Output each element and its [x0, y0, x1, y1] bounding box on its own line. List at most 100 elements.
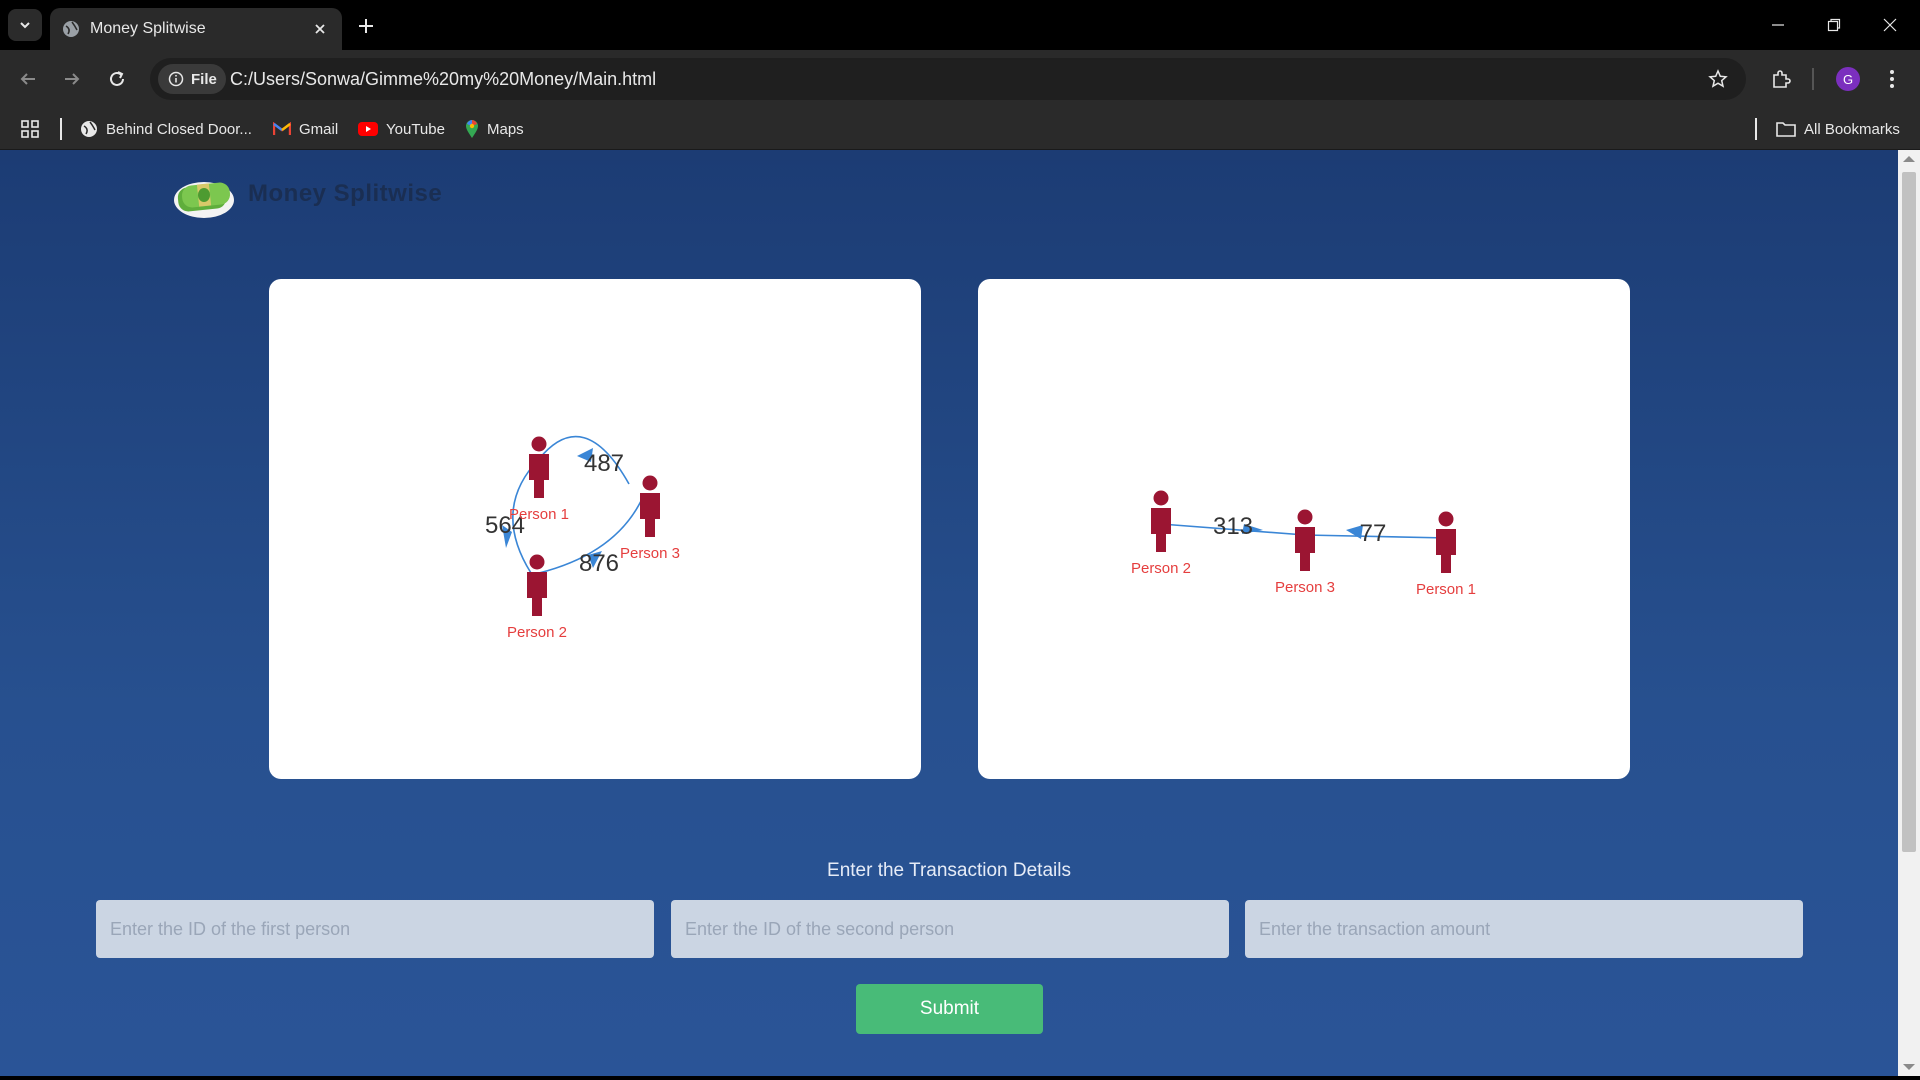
simplified-graph-canvas[interactable]: 313 77 Person 2 Person 3 Person 1: [978, 279, 1630, 779]
scroll-thumb[interactable]: [1902, 172, 1916, 852]
person-body: [527, 572, 547, 616]
window-bottom-edge: [0, 1076, 1920, 1080]
chevron-down-icon: [20, 22, 30, 29]
site-info-chip[interactable]: File: [158, 64, 226, 94]
person-node[interactable]: Person 1: [509, 436, 569, 524]
minimize-button[interactable]: [1758, 10, 1798, 40]
avatar: G: [1836, 67, 1860, 91]
tab-search-button[interactable]: [8, 9, 42, 41]
bookmark-maps[interactable]: Maps: [465, 116, 524, 142]
info-icon: [168, 71, 184, 87]
close-icon: [315, 24, 325, 34]
form-title: Enter the Transaction Details: [827, 860, 1071, 881]
reload-button[interactable]: [101, 63, 133, 95]
page-content: Money Splitwise 487 564 876 Person 1 Person …: [0, 150, 1898, 1076]
bookmark-label: YouTube: [386, 120, 445, 138]
close-icon: [1883, 18, 1897, 32]
person-label: Person 1: [1416, 581, 1476, 598]
person-icon: [529, 554, 545, 570]
person-icon: [1153, 490, 1169, 506]
person-label: Person 1: [509, 506, 569, 523]
arrow-right-icon: [65, 73, 80, 85]
person-node[interactable]: Person 3: [1275, 509, 1335, 597]
bookmark-star-button[interactable]: [1706, 67, 1730, 91]
page-scrollbar[interactable]: [1898, 150, 1920, 1076]
bookmark-label: Gmail: [299, 120, 339, 138]
close-window-button[interactable]: [1870, 10, 1910, 40]
apps-grid-icon: [21, 120, 39, 138]
person-label: Person 2: [1131, 560, 1191, 577]
tab-close-button[interactable]: [308, 17, 332, 41]
app-title: Money Splitwise: [248, 180, 443, 207]
gmail-icon: [273, 122, 291, 135]
debt-edge[interactable]: 77: [1304, 520, 1449, 547]
star-icon: [1708, 69, 1728, 88]
browser-toolbar: File C:/Users/Sonwa/Gimme%20my%20Money/M…: [0, 50, 1920, 108]
apps-button[interactable]: [20, 116, 40, 142]
all-bookmarks-label: All Bookmarks: [1804, 120, 1900, 138]
tab-title: Money Splitwise: [90, 20, 206, 37]
debt-graph-card[interactable]: 487 564 876 Person 1 Person 3 Person 2: [269, 279, 921, 779]
edge-amount: 77: [1360, 520, 1387, 547]
scroll-down-arrow[interactable]: [1903, 1064, 1915, 1070]
submit-button[interactable]: Submit: [856, 984, 1043, 1034]
person-label: Person 3: [620, 545, 680, 562]
arrow-left-icon: [20, 73, 35, 85]
person-icon: [642, 475, 658, 491]
person-body: [1151, 508, 1171, 552]
back-button[interactable]: [12, 63, 44, 95]
second-person-id-input[interactable]: [671, 900, 1229, 958]
person-label: Person 2: [507, 624, 567, 641]
person-icon: [1438, 511, 1454, 527]
forward-button[interactable]: [56, 63, 88, 95]
profile-button[interactable]: G: [1832, 63, 1864, 95]
first-person-id-input[interactable]: [96, 900, 654, 958]
reload-icon: [110, 71, 124, 86]
bookmarks-divider: [1755, 118, 1757, 140]
debt-edge[interactable]: 313: [1160, 513, 1306, 540]
simplified-graph-card[interactable]: 313 77 Person 2 Person 3 Person 1: [978, 279, 1630, 779]
debt-graph-canvas[interactable]: 487564876Person 1Person 3Person 2: [269, 279, 921, 779]
bookmark-label: Maps: [487, 120, 524, 138]
youtube-icon: [358, 122, 378, 136]
browser-menu-button[interactable]: [1876, 63, 1908, 95]
globe-icon: [81, 121, 97, 137]
folder-icon: [1776, 122, 1796, 137]
person-label: Person 3: [1275, 579, 1335, 596]
site-chip-label: File: [191, 70, 217, 88]
bookmark-youtube[interactable]: YouTube: [358, 116, 445, 142]
map-pin-icon: [466, 120, 478, 138]
edge-amount: 487: [584, 450, 624, 477]
browser-tab[interactable]: Money Splitwise: [50, 8, 342, 50]
person-body: [1295, 527, 1315, 571]
minimize-icon: [1772, 24, 1784, 26]
new-tab-button[interactable]: [352, 12, 380, 40]
bookmarks-divider: [60, 118, 62, 140]
person-icon: [531, 436, 547, 452]
transaction-amount-input[interactable]: [1245, 900, 1803, 958]
debt-edge[interactable]: 487: [538, 435, 630, 485]
plus-icon: [359, 19, 373, 33]
person-body: [529, 454, 549, 498]
person-body: [1436, 529, 1456, 573]
bookmark-label: Behind Closed Door...: [106, 120, 252, 138]
bookmark-gmail[interactable]: Gmail: [273, 116, 338, 142]
globe-icon: [63, 21, 79, 37]
kebab-menu-icon: [1890, 70, 1894, 88]
address-bar[interactable]: File C:/Users/Sonwa/Gimme%20my%20Money/M…: [150, 58, 1746, 100]
restore-button[interactable]: [1814, 10, 1854, 40]
bookmarks-bar: Behind Closed Door... Gmail YouTube Maps…: [0, 108, 1920, 150]
extensions-button[interactable]: [1765, 63, 1797, 95]
bookmark-behind-closed-door[interactable]: Behind Closed Door...: [80, 116, 252, 142]
person-node[interactable]: Person 1: [1416, 511, 1476, 599]
url-text[interactable]: C:/Users/Sonwa/Gimme%20my%20Money/Main.h…: [230, 69, 656, 90]
browser-titlebar: Money Splitwise: [0, 0, 1920, 50]
restore-icon: [1827, 18, 1841, 32]
toolbar-divider: [1812, 68, 1814, 90]
money-logo-icon: [174, 182, 234, 218]
person-icon: [1297, 509, 1313, 525]
scroll-up-arrow[interactable]: [1903, 156, 1915, 162]
puzzle-icon: [1773, 70, 1791, 88]
all-bookmarks-button[interactable]: All Bookmarks: [1776, 116, 1900, 142]
person-node[interactable]: Person 2: [1131, 490, 1191, 578]
